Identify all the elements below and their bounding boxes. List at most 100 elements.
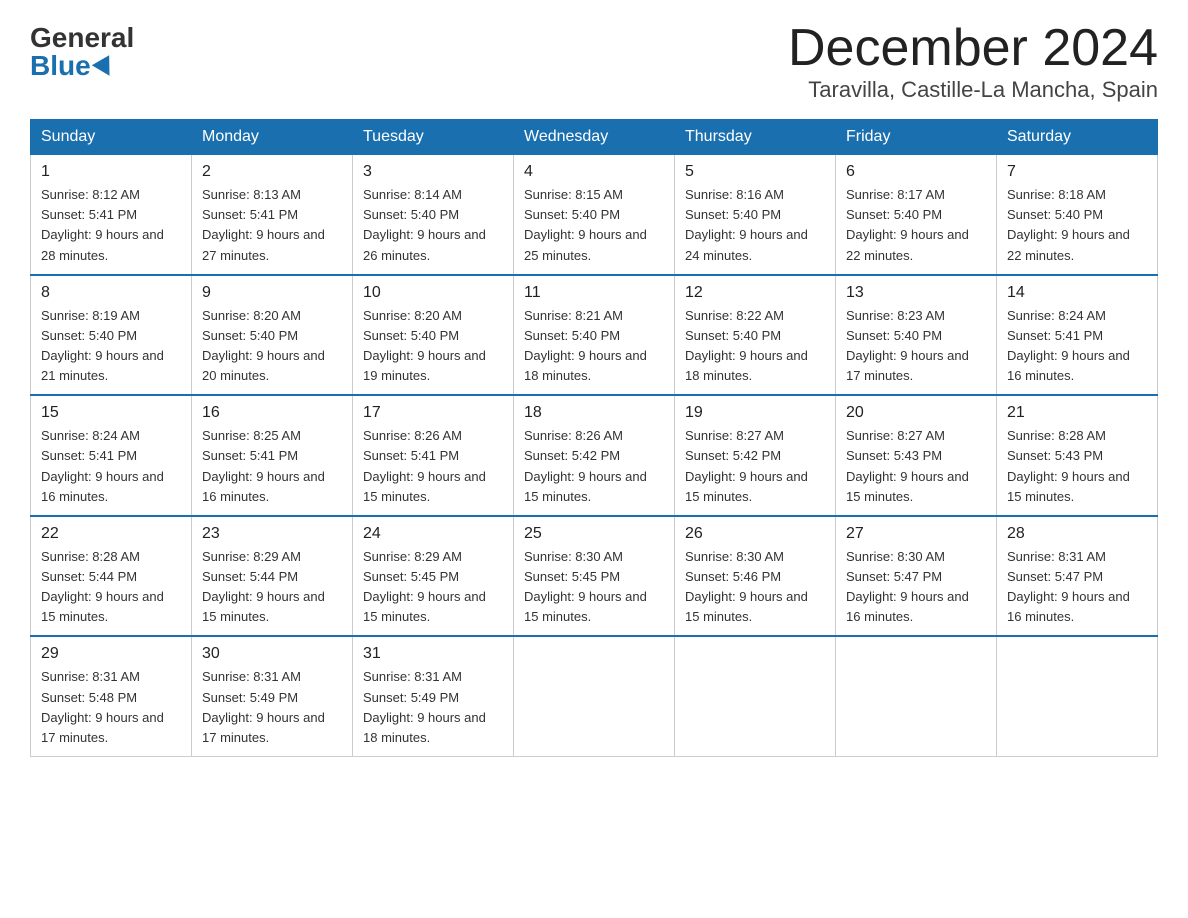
day-number: 18 [524, 404, 664, 422]
day-number: 3 [363, 163, 503, 181]
day-info: Sunrise: 8:14 AMSunset: 5:40 PMDaylight:… [363, 185, 503, 266]
day-number: 8 [41, 284, 181, 302]
calendar-cell: 8 Sunrise: 8:19 AMSunset: 5:40 PMDayligh… [31, 275, 192, 396]
calendar-cell: 18 Sunrise: 8:26 AMSunset: 5:42 PMDaylig… [514, 395, 675, 516]
day-number: 2 [202, 163, 342, 181]
calendar-cell: 29 Sunrise: 8:31 AMSunset: 5:48 PMDaylig… [31, 636, 192, 756]
day-info: Sunrise: 8:24 AMSunset: 5:41 PMDaylight:… [41, 426, 181, 507]
day-number: 16 [202, 404, 342, 422]
day-info: Sunrise: 8:13 AMSunset: 5:41 PMDaylight:… [202, 185, 342, 266]
day-number: 23 [202, 525, 342, 543]
day-number: 25 [524, 525, 664, 543]
day-number: 14 [1007, 284, 1147, 302]
day-number: 26 [685, 525, 825, 543]
day-number: 24 [363, 525, 503, 543]
day-number: 15 [41, 404, 181, 422]
day-info: Sunrise: 8:29 AMSunset: 5:45 PMDaylight:… [363, 547, 503, 628]
calendar-cell: 14 Sunrise: 8:24 AMSunset: 5:41 PMDaylig… [997, 275, 1158, 396]
day-number: 22 [41, 525, 181, 543]
day-info: Sunrise: 8:15 AMSunset: 5:40 PMDaylight:… [524, 185, 664, 266]
calendar-cell: 31 Sunrise: 8:31 AMSunset: 5:49 PMDaylig… [353, 636, 514, 756]
calendar-cell: 10 Sunrise: 8:20 AMSunset: 5:40 PMDaylig… [353, 275, 514, 396]
col-header-thursday: Thursday [675, 120, 836, 155]
day-number: 19 [685, 404, 825, 422]
day-info: Sunrise: 8:20 AMSunset: 5:40 PMDaylight:… [363, 306, 503, 387]
day-info: Sunrise: 8:29 AMSunset: 5:44 PMDaylight:… [202, 547, 342, 628]
calendar-cell: 21 Sunrise: 8:28 AMSunset: 5:43 PMDaylig… [997, 395, 1158, 516]
day-number: 27 [846, 525, 986, 543]
day-info: Sunrise: 8:31 AMSunset: 5:48 PMDaylight:… [41, 667, 181, 748]
day-info: Sunrise: 8:28 AMSunset: 5:44 PMDaylight:… [41, 547, 181, 628]
day-number: 7 [1007, 163, 1147, 181]
calendar-cell: 19 Sunrise: 8:27 AMSunset: 5:42 PMDaylig… [675, 395, 836, 516]
calendar-cell: 24 Sunrise: 8:29 AMSunset: 5:45 PMDaylig… [353, 516, 514, 637]
day-number: 10 [363, 284, 503, 302]
calendar-cell: 1 Sunrise: 8:12 AMSunset: 5:41 PMDayligh… [31, 155, 192, 275]
calendar-cell [836, 636, 997, 756]
day-number: 30 [202, 645, 342, 663]
day-info: Sunrise: 8:31 AMSunset: 5:49 PMDaylight:… [202, 667, 342, 748]
col-header-friday: Friday [836, 120, 997, 155]
day-info: Sunrise: 8:30 AMSunset: 5:46 PMDaylight:… [685, 547, 825, 628]
calendar-cell: 20 Sunrise: 8:27 AMSunset: 5:43 PMDaylig… [836, 395, 997, 516]
location-title: Taravilla, Castille-La Mancha, Spain [788, 77, 1158, 103]
calendar-cell: 11 Sunrise: 8:21 AMSunset: 5:40 PMDaylig… [514, 275, 675, 396]
col-header-wednesday: Wednesday [514, 120, 675, 155]
calendar-cell: 6 Sunrise: 8:17 AMSunset: 5:40 PMDayligh… [836, 155, 997, 275]
day-info: Sunrise: 8:18 AMSunset: 5:40 PMDaylight:… [1007, 185, 1147, 266]
col-header-tuesday: Tuesday [353, 120, 514, 155]
day-number: 17 [363, 404, 503, 422]
calendar-cell: 30 Sunrise: 8:31 AMSunset: 5:49 PMDaylig… [192, 636, 353, 756]
calendar-cell: 25 Sunrise: 8:30 AMSunset: 5:45 PMDaylig… [514, 516, 675, 637]
calendar-cell: 4 Sunrise: 8:15 AMSunset: 5:40 PMDayligh… [514, 155, 675, 275]
calendar-cell: 22 Sunrise: 8:28 AMSunset: 5:44 PMDaylig… [31, 516, 192, 637]
day-info: Sunrise: 8:16 AMSunset: 5:40 PMDaylight:… [685, 185, 825, 266]
day-info: Sunrise: 8:17 AMSunset: 5:40 PMDaylight:… [846, 185, 986, 266]
calendar-cell: 26 Sunrise: 8:30 AMSunset: 5:46 PMDaylig… [675, 516, 836, 637]
title-block: December 2024 Taravilla, Castille-La Man… [788, 20, 1158, 103]
logo-blue-text: Blue [30, 52, 115, 80]
day-info: Sunrise: 8:31 AMSunset: 5:47 PMDaylight:… [1007, 547, 1147, 628]
day-number: 11 [524, 284, 664, 302]
calendar-cell: 3 Sunrise: 8:14 AMSunset: 5:40 PMDayligh… [353, 155, 514, 275]
calendar-week-row: 22 Sunrise: 8:28 AMSunset: 5:44 PMDaylig… [31, 516, 1158, 637]
day-info: Sunrise: 8:30 AMSunset: 5:47 PMDaylight:… [846, 547, 986, 628]
day-info: Sunrise: 8:19 AMSunset: 5:40 PMDaylight:… [41, 306, 181, 387]
day-number: 13 [846, 284, 986, 302]
calendar-week-row: 1 Sunrise: 8:12 AMSunset: 5:41 PMDayligh… [31, 155, 1158, 275]
calendar-cell: 5 Sunrise: 8:16 AMSunset: 5:40 PMDayligh… [675, 155, 836, 275]
calendar-cell [675, 636, 836, 756]
calendar-cell: 27 Sunrise: 8:30 AMSunset: 5:47 PMDaylig… [836, 516, 997, 637]
day-number: 31 [363, 645, 503, 663]
day-info: Sunrise: 8:21 AMSunset: 5:40 PMDaylight:… [524, 306, 664, 387]
day-info: Sunrise: 8:30 AMSunset: 5:45 PMDaylight:… [524, 547, 664, 628]
day-number: 20 [846, 404, 986, 422]
calendar-cell: 23 Sunrise: 8:29 AMSunset: 5:44 PMDaylig… [192, 516, 353, 637]
day-info: Sunrise: 8:12 AMSunset: 5:41 PMDaylight:… [41, 185, 181, 266]
calendar-cell: 17 Sunrise: 8:26 AMSunset: 5:41 PMDaylig… [353, 395, 514, 516]
day-number: 12 [685, 284, 825, 302]
calendar-cell [997, 636, 1158, 756]
calendar-cell: 28 Sunrise: 8:31 AMSunset: 5:47 PMDaylig… [997, 516, 1158, 637]
day-info: Sunrise: 8:25 AMSunset: 5:41 PMDaylight:… [202, 426, 342, 507]
day-info: Sunrise: 8:31 AMSunset: 5:49 PMDaylight:… [363, 667, 503, 748]
day-info: Sunrise: 8:22 AMSunset: 5:40 PMDaylight:… [685, 306, 825, 387]
day-number: 9 [202, 284, 342, 302]
calendar-cell: 13 Sunrise: 8:23 AMSunset: 5:40 PMDaylig… [836, 275, 997, 396]
day-info: Sunrise: 8:27 AMSunset: 5:42 PMDaylight:… [685, 426, 825, 507]
day-info: Sunrise: 8:20 AMSunset: 5:40 PMDaylight:… [202, 306, 342, 387]
logo-general-text: General [30, 24, 134, 52]
day-info: Sunrise: 8:28 AMSunset: 5:43 PMDaylight:… [1007, 426, 1147, 507]
calendar-cell [514, 636, 675, 756]
day-number: 21 [1007, 404, 1147, 422]
calendar-table: SundayMondayTuesdayWednesdayThursdayFrid… [30, 119, 1158, 757]
day-number: 6 [846, 163, 986, 181]
day-info: Sunrise: 8:24 AMSunset: 5:41 PMDaylight:… [1007, 306, 1147, 387]
calendar-cell: 9 Sunrise: 8:20 AMSunset: 5:40 PMDayligh… [192, 275, 353, 396]
col-header-sunday: Sunday [31, 120, 192, 155]
calendar-cell: 2 Sunrise: 8:13 AMSunset: 5:41 PMDayligh… [192, 155, 353, 275]
calendar-cell: 12 Sunrise: 8:22 AMSunset: 5:40 PMDaylig… [675, 275, 836, 396]
day-number: 4 [524, 163, 664, 181]
calendar-week-row: 29 Sunrise: 8:31 AMSunset: 5:48 PMDaylig… [31, 636, 1158, 756]
day-number: 1 [41, 163, 181, 181]
